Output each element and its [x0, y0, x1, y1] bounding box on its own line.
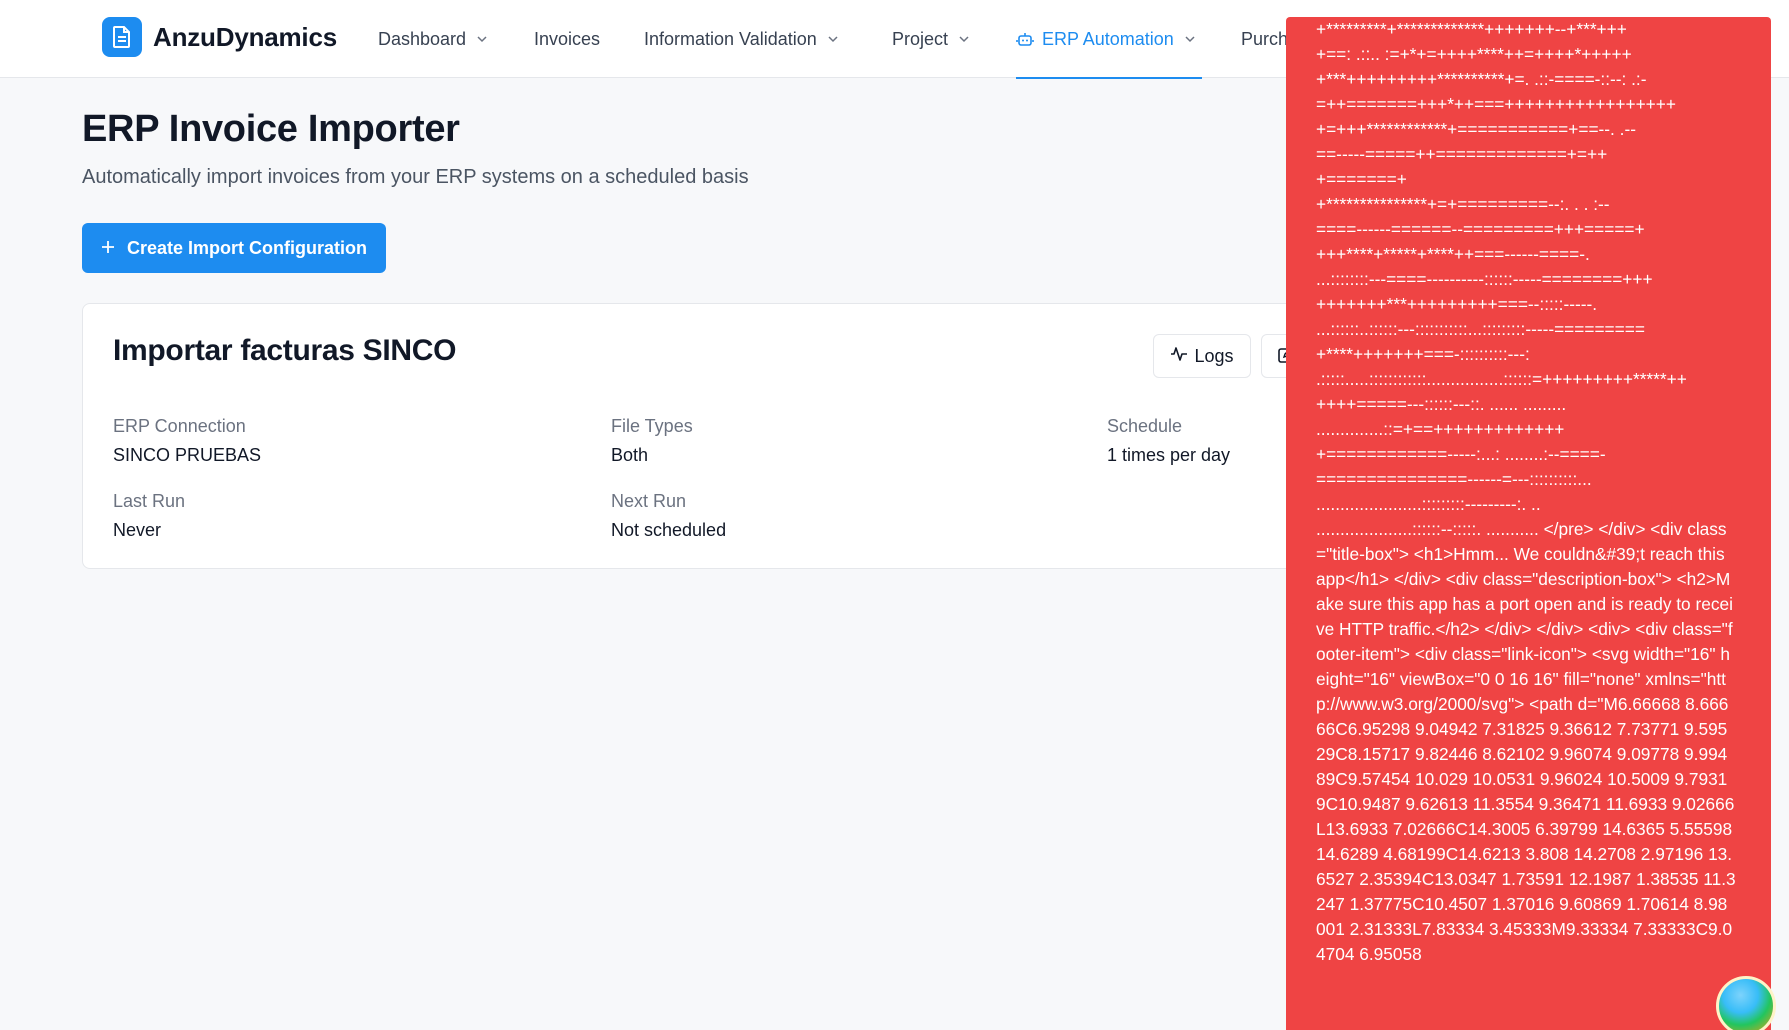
nav-invoices-label: Invoices [534, 28, 601, 49]
field-label: Next Run [611, 491, 687, 511]
field-label: Schedule [1107, 416, 1183, 436]
field-last-run: Last Run Never [113, 491, 185, 541]
field-value: 1 times per day [1107, 445, 1231, 465]
nav-purchases-label: Purch [1241, 28, 1289, 49]
create-import-configuration-button[interactable]: Create Import Configuration [82, 223, 386, 273]
field-value: Both [611, 445, 649, 465]
chevron-down-icon [475, 32, 489, 46]
activity-icon [1170, 345, 1188, 368]
field-value: Never [113, 520, 162, 540]
nav-project[interactable]: Project [892, 0, 971, 78]
field-next-run: Next Run Not scheduled [611, 491, 726, 541]
nav-dashboard[interactable]: Dashboard [378, 0, 489, 78]
plus-icon [101, 238, 115, 259]
bot-icon [1016, 30, 1034, 48]
nav-information-validation-label: Information Validation [644, 28, 817, 49]
field-file-types: File Types Both [611, 416, 693, 466]
error-overlay-panel: +*********+*************+++++++--+***+++… [1286, 17, 1771, 1030]
nav-erp-automation-label: ERP Automation [1042, 28, 1174, 49]
brand[interactable]: AnzuDynamics [102, 17, 337, 57]
field-value: Not scheduled [611, 520, 727, 540]
nav-invoices[interactable]: Invoices [534, 0, 600, 78]
nav-information-validation[interactable]: Information Validation [644, 0, 840, 78]
field-erp-connection: ERP Connection SINCO PRUEBAS [113, 416, 261, 466]
logs-button[interactable]: Logs [1153, 334, 1251, 378]
brand-name: AnzuDynamics [153, 21, 337, 52]
nav-erp-automation[interactable]: ERP Automation [1016, 0, 1202, 79]
beach-avatar-icon[interactable] [1716, 976, 1776, 1030]
page-title: ERP Invoice Importer [82, 108, 460, 150]
nav-project-label: Project [892, 28, 949, 49]
create-button-label: Create Import Configuration [126, 237, 367, 258]
card-title: Importar facturas SINCO [113, 334, 457, 367]
field-label: ERP Connection [113, 416, 246, 436]
chevron-down-icon [1183, 32, 1197, 46]
page-subtitle: Automatically import invoices from your … [82, 166, 749, 188]
chevron-down-icon [957, 32, 971, 46]
document-icon [102, 17, 142, 57]
field-label: File Types [611, 416, 693, 436]
nav-purchases[interactable]: Purch [1241, 0, 1288, 78]
import-configuration-card: Importar facturas SINCO Logs ERP Connect… [82, 303, 1422, 569]
chevron-down-icon [826, 32, 840, 46]
field-label: Last Run [113, 491, 186, 511]
field-schedule: Schedule 1 times per day [1107, 416, 1230, 466]
logs-button-label: Logs [1194, 345, 1234, 366]
field-value: SINCO PRUEBAS [113, 445, 262, 465]
overlay-raw-text: +*********+*************+++++++--+***+++… [1316, 19, 1736, 964]
nav-dashboard-label: Dashboard [378, 28, 467, 49]
